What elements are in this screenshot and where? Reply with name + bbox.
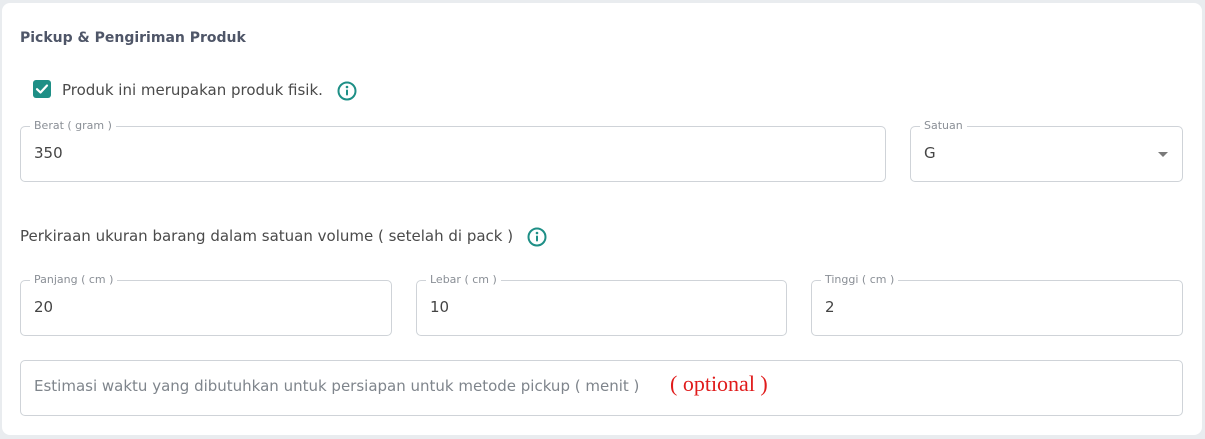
unit-value[interactable]: G bbox=[924, 144, 936, 162]
weight-label: Berat ( gram ) bbox=[30, 119, 116, 133]
width-value[interactable]: 10 bbox=[430, 298, 449, 316]
check-icon bbox=[35, 84, 49, 94]
height-field[interactable]: Tinggi ( cm ) 2 bbox=[811, 273, 1183, 336]
physical-product-checkbox[interactable] bbox=[33, 80, 51, 98]
section-title: Pickup & Pengiriman Produk bbox=[20, 30, 246, 46]
weight-value[interactable]: 350 bbox=[34, 144, 63, 162]
volume-section-label: Perkiraan ukuran barang dalam satuan vol… bbox=[20, 227, 514, 245]
width-label: Lebar ( cm ) bbox=[426, 273, 501, 287]
pickup-estimate-field[interactable]: Estimasi waktu yang dibutuhkan untuk per… bbox=[20, 360, 1183, 416]
length-field[interactable]: Panjang ( cm ) 20 bbox=[20, 273, 392, 336]
unit-select[interactable]: Satuan G bbox=[910, 119, 1183, 182]
weight-field[interactable]: Berat ( gram ) 350 bbox=[20, 119, 886, 182]
physical-product-label[interactable]: Produk ini merupakan produk fisik. bbox=[62, 81, 323, 99]
chevron-down-icon[interactable] bbox=[1158, 152, 1168, 157]
height-value[interactable]: 2 bbox=[825, 298, 835, 316]
unit-label: Satuan bbox=[920, 119, 967, 133]
optional-annotation: ( optional ) bbox=[670, 371, 768, 396]
pickup-estimate-placeholder: Estimasi waktu yang dibutuhkan untuk per… bbox=[34, 377, 640, 395]
length-value[interactable]: 20 bbox=[34, 298, 53, 316]
width-field[interactable]: Lebar ( cm ) 10 bbox=[416, 273, 787, 336]
info-icon[interactable] bbox=[526, 226, 548, 248]
info-icon[interactable] bbox=[336, 80, 358, 102]
shipping-card: Pickup & Pengiriman Produk Produk ini me… bbox=[2, 3, 1202, 435]
height-label: Tinggi ( cm ) bbox=[821, 273, 899, 287]
length-label: Panjang ( cm ) bbox=[30, 273, 118, 287]
